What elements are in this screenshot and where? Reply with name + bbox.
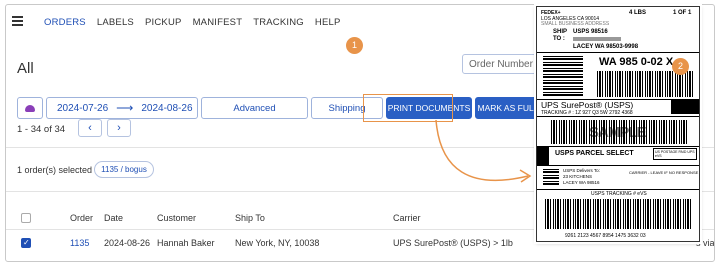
label-usps-number: 9261 2123 4567 8954 1475 3632 03 [565,233,646,239]
page-title: All [17,60,34,77]
label-carrier-leave: CARRIER - LEAVE IF NO RESPONSE [629,170,699,175]
date-range-picker[interactable]: 2024-07-26 ⟶ 2024-08-26 [46,97,198,119]
datamatrix-icon [543,169,559,185]
hamburger-menu-icon[interactable] [12,16,23,26]
callout-badge-1: 1 [346,37,363,54]
arrow-right-icon: ⟶ [116,101,134,115]
nav-help[interactable]: HELP [315,17,341,28]
header-ship-to[interactable]: Ship To [235,213,265,223]
label-postage: US POSTAGE PAID UPS eVS [653,148,697,160]
next-page-button[interactable]: › [107,119,131,137]
header-customer[interactable]: Customer [157,213,196,223]
ship-to: New York, NY, 10038 [235,238,320,248]
parcel-block [537,147,549,165]
redacted-address [573,37,621,41]
header-carrier[interactable]: Carrier [393,213,421,223]
label-from-address: SMALL BUSINESS ADDRESS [541,21,610,27]
customer-name: Hannah Baker [157,238,215,248]
order-date: 2024-08-26 [104,238,151,248]
print-documents-highlight [363,94,453,122]
sample-watermark: SAMPLE [589,124,647,141]
filter-bar: 2024-07-26 ⟶ 2024-08-26 Advanced Shippin… [17,97,568,119]
usps-barcode [545,199,693,229]
selection-count: 1 order(s) selected [17,165,93,175]
selected-order-pill[interactable]: 1135 / bogus [94,161,154,178]
label-route: WA 985 0-02 X [599,56,674,68]
header-order[interactable]: Order [70,213,93,223]
label-ship: SHIP [553,29,568,35]
label-to-line: LACEY WA 98503-9998 [573,44,639,50]
shipping-label-preview: FEDEX+ LOS ANGELES CA 90014 SMALL BUSINE… [536,6,700,242]
label-page: 1 OF 1 [673,10,692,16]
nav-labels[interactable]: LABELS [97,17,134,28]
callout-badge-2: 2 [672,58,689,75]
label-divider [537,165,699,166]
label-to: TO : [553,36,565,42]
prev-page-button[interactable]: ‹ [78,119,102,137]
label-delivery-city: LACEY WA 98516 [563,180,600,185]
label-usps-tracking: USPS TRACKING # eVS [591,191,647,197]
label-parcel-select: USPS PARCEL SELECT [555,150,634,157]
date-to: 2024-08-26 [141,102,193,114]
nav-pickup[interactable]: PICKUP [145,17,182,28]
nav-links: ORDERS LABELS PICKUP MANIFEST TRACKING H… [44,17,341,28]
order-link[interactable]: 1135 [70,238,89,248]
nav-orders[interactable]: ORDERS [44,17,86,28]
label-divider [537,52,699,53]
service-block [671,100,699,114]
label-divider [537,146,699,147]
label-divider [537,189,699,190]
nav-tracking[interactable]: TRACKING [253,17,304,28]
cloud-upload-icon [25,104,35,112]
carrier: UPS SurePost® (USPS) > 1lb [393,238,513,248]
date-from: 2024-07-26 [57,102,109,114]
nav-manifest[interactable]: MANIFEST [193,17,243,28]
label-weight: 4 LBS [629,10,647,16]
advanced-button[interactable]: Advanced [201,97,308,119]
cloud-upload-button[interactable] [17,97,43,119]
maxicode-icon [543,56,583,96]
row-checkbox[interactable] [21,238,31,248]
label-divider [537,116,699,117]
label-service: UPS SurePost® (USPS) [541,100,634,110]
header-date[interactable]: Date [104,213,123,223]
label-ship-carrier: USPS 98516 [573,29,608,35]
select-all-checkbox[interactable] [21,213,31,223]
pagination-range: 1 - 34 of 34 [17,124,66,135]
